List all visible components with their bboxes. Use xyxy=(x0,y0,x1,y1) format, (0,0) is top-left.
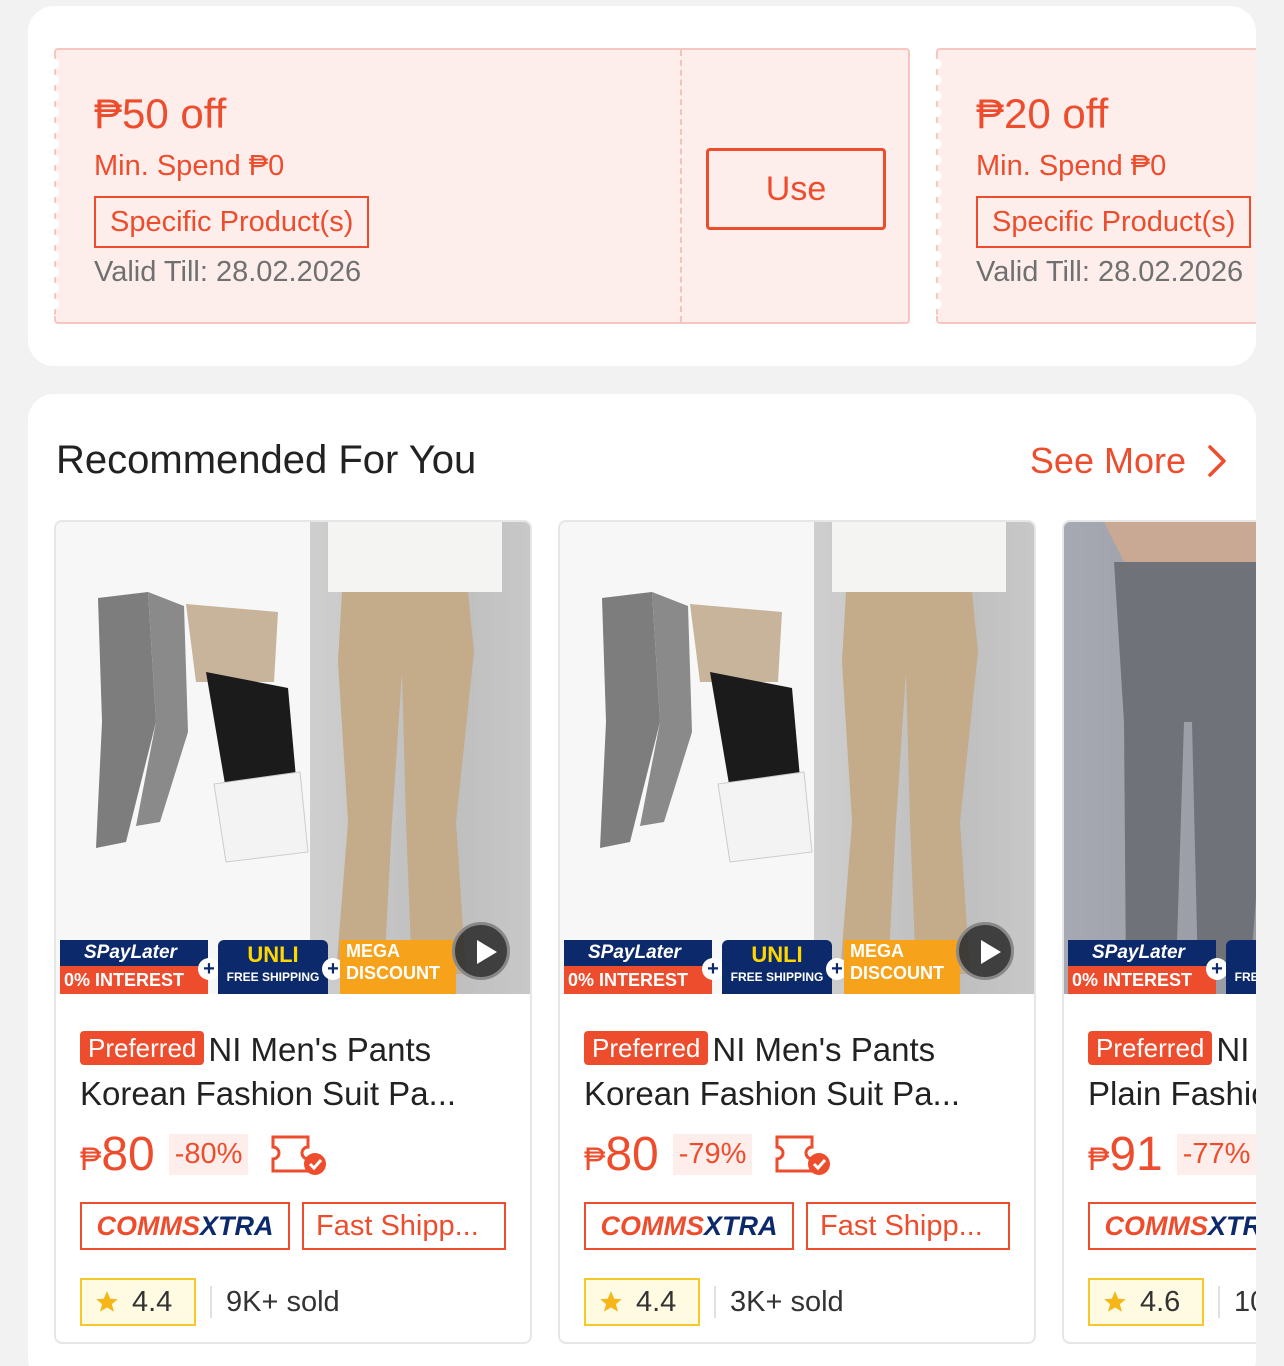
plus-icon: + xyxy=(198,958,220,980)
plus-icon: + xyxy=(1206,958,1228,980)
voucher-amount: ₱50 off xyxy=(94,90,227,137)
sold-count: 9K+ sold xyxy=(226,1285,340,1318)
product-card[interactable]: SPayLater 0% INTEREST + UNLI FREE SHIPPI… xyxy=(1062,520,1256,1344)
preferred-badge: Preferred xyxy=(1088,1031,1213,1065)
see-more-link[interactable]: See More xyxy=(1030,440,1228,482)
star-icon xyxy=(1104,1291,1126,1312)
voucher-panel: ₱50 off Min. Spend ₱0 Specific Product(s… xyxy=(28,6,1256,366)
star-icon xyxy=(600,1291,622,1312)
use-voucher-button[interactable]: Use xyxy=(706,148,886,230)
voucher-validity: Valid Till: 28.02.2026 xyxy=(976,256,1244,288)
star-icon xyxy=(96,1291,118,1312)
voucher-scope-chip: Specific Product(s) xyxy=(976,196,1252,248)
recommended-panel: Recommended For You See More SPayLater 0… xyxy=(28,394,1256,1366)
promo-strip: SPayLater 0% INTEREST + UNLI FREE SHIPPI… xyxy=(1064,940,1256,994)
product-price: ₱80 xyxy=(80,1127,155,1181)
see-more-label: See More xyxy=(1029,440,1186,481)
discount-badge: -77% xyxy=(1176,1133,1256,1175)
chevron-right-icon xyxy=(1208,445,1226,477)
discount-badge: -80% xyxy=(168,1133,249,1175)
cod-icon xyxy=(271,1135,327,1175)
voucher-min-spend: Min. Spend ₱0 xyxy=(94,150,285,182)
play-video-icon[interactable] xyxy=(956,922,1014,980)
product-price: ₱91 xyxy=(1088,1127,1163,1181)
product-image[interactable]: SPayLater 0% INTEREST + UNLI FREE SHIPPI… xyxy=(56,522,530,994)
commsxtra-tag: COMMSXTRA xyxy=(1088,1202,1256,1250)
fast-shipping-tag: Fast Shipp... xyxy=(806,1202,1010,1250)
promo-strip: SPayLater 0% INTEREST + UNLI FREE SHIPPI… xyxy=(56,922,530,994)
pants-illustration xyxy=(1104,522,1256,984)
free-shipping-badge: UNLI FREE SHIPPING xyxy=(722,940,832,994)
commsxtra-tag: COMMSXTRA xyxy=(80,1202,290,1250)
plus-icon: + xyxy=(702,958,724,980)
product-image[interactable]: SPayLater 0% INTEREST + UNLI FREE SHIPPI… xyxy=(1064,522,1256,994)
preferred-badge: Preferred xyxy=(584,1031,709,1065)
product-name: Preferred NI Men's Pants Korean Fashion S… xyxy=(584,1031,961,1112)
product-card[interactable]: SPayLater 0% INTEREST + UNLI FREE SHIPPI… xyxy=(558,520,1036,1344)
play-video-icon[interactable] xyxy=(452,922,510,980)
fast-shipping-tag: Fast Shipp... xyxy=(302,1202,506,1250)
voucher-edge xyxy=(936,56,948,316)
voucher-validity: Valid Till: 28.02.2026 xyxy=(94,256,362,288)
spaylater-badge: SPayLater 0% INTEREST xyxy=(1068,940,1216,994)
section-title: Recommended For You xyxy=(56,438,477,482)
rating-badge: 4.6 xyxy=(1088,1278,1204,1326)
commsxtra-tag: COMMSXTRA xyxy=(584,1202,794,1250)
product-image[interactable]: SPayLater 0% INTEREST + UNLI FREE SHIPPI… xyxy=(560,522,1034,994)
rating-badge: 4.4 xyxy=(80,1278,196,1326)
free-shipping-badge: UNLI FREE SHIPPING xyxy=(1226,940,1256,994)
discount-badge: -79% xyxy=(672,1133,753,1175)
sold-count: 3K+ sold xyxy=(730,1285,844,1318)
preferred-badge: Preferred xyxy=(80,1031,205,1065)
pants-illustration xyxy=(600,522,1006,974)
voucher-scope-chip: Specific Product(s) xyxy=(94,196,370,248)
rating-badge: 4.4 xyxy=(584,1278,700,1326)
voucher-card[interactable]: ₱20 off Min. Spend ₱0 Specific Product(s… xyxy=(936,48,1256,324)
product-card[interactable]: SPayLater 0% INTEREST + UNLI FREE SHIPPI… xyxy=(54,520,532,1344)
spaylater-badge: SPayLater 0% INTEREST xyxy=(564,940,712,994)
product-name: PreferredNI Men's Pants Plain Fashion Pa… xyxy=(1088,1031,1256,1112)
cod-icon xyxy=(775,1135,831,1175)
voucher-card[interactable]: ₱50 off Min. Spend ₱0 Specific Product(s… xyxy=(54,48,910,324)
voucher-min-spend: Min. Spend ₱0 xyxy=(976,150,1167,182)
mega-discount-badge: MEGA DISCOUNT xyxy=(340,940,456,994)
voucher-divider xyxy=(680,50,682,322)
mega-discount-badge: MEGA DISCOUNT xyxy=(844,940,960,994)
voucher-amount: ₱20 off xyxy=(976,90,1109,137)
product-price: ₱80 xyxy=(584,1127,659,1181)
free-shipping-badge: UNLI FREE SHIPPING xyxy=(218,940,328,994)
pants-illustration xyxy=(96,522,502,974)
voucher-edge xyxy=(54,56,66,316)
spaylater-badge: SPayLater 0% INTEREST xyxy=(60,940,208,994)
promo-strip: SPayLater 0% INTEREST + UNLI FREE SHIPPI… xyxy=(560,922,1034,994)
sold-count: 10K+ sold xyxy=(1234,1285,1256,1318)
product-name: Preferred NI Men's Pants Korean Fashion S… xyxy=(80,1031,457,1112)
